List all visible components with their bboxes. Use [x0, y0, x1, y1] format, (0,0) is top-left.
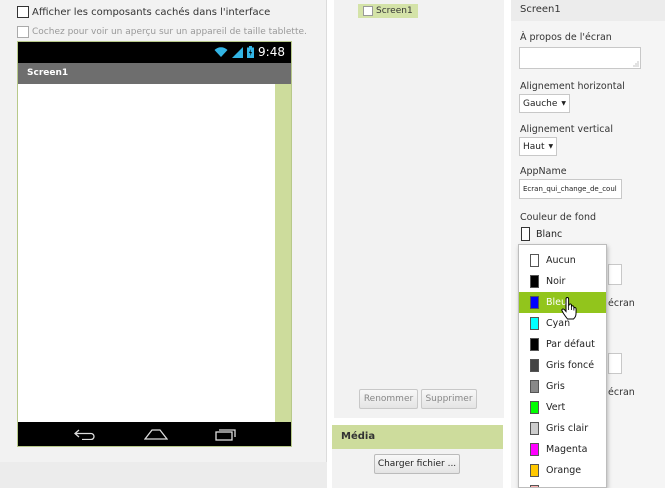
color-swatch	[530, 380, 539, 393]
color-option-aucun[interactable]: Aucun	[519, 250, 606, 271]
color-option-gris-fonce[interactable]: Gris foncé	[519, 355, 606, 376]
color-option-noir[interactable]: Noir	[519, 271, 606, 292]
upload-file-button[interactable]: Charger fichier ...	[374, 454, 460, 474]
properties-title: Screen1	[520, 4, 561, 15]
color-option-label: Aucun	[546, 255, 576, 266]
obscured-label-1: écran	[608, 298, 635, 309]
color-option-gris-clair[interactable]: Gris clair	[519, 418, 606, 439]
color-swatch	[530, 317, 539, 330]
obscured-input-1[interactable]	[608, 264, 622, 285]
color-swatch	[530, 254, 539, 267]
align-h-select[interactable]: Gauche ▼	[519, 94, 571, 113]
media-panel: Charger fichier ...	[332, 449, 503, 488]
dropdown-arrow-icon: ▼	[548, 143, 554, 150]
color-swatch	[530, 338, 539, 351]
color-option-orange[interactable]: Orange	[519, 460, 606, 481]
status-time: 9:48	[258, 45, 285, 59]
align-h-value: Gauche	[523, 98, 558, 109]
screen-title: Screen1	[27, 68, 69, 78]
color-swatch	[530, 401, 539, 414]
components-panel: Screen1 Renommer Supprimer	[334, 0, 504, 418]
viewer-footer	[0, 462, 327, 488]
color-option-label: Gris foncé	[546, 360, 595, 371]
color-swatch	[530, 359, 539, 372]
delete-button[interactable]: Supprimer	[421, 389, 477, 409]
screen-title-bar: Screen1	[18, 63, 291, 84]
phone-status-bar: 9:48	[18, 42, 291, 63]
color-option-magenta[interactable]: Magenta	[519, 439, 606, 460]
align-v-select[interactable]: Haut ▼	[519, 137, 558, 156]
color-option-partial[interactable]	[519, 481, 606, 487]
show-hidden-label: Afficher les composants cachés dans l'in…	[32, 6, 271, 18]
phone-preview: 9:48 Screen1	[17, 41, 292, 447]
align-v-value: Haut	[523, 141, 545, 152]
color-option-gris[interactable]: Gris	[519, 376, 606, 397]
back-icon	[74, 429, 95, 440]
dropdown-arrow-icon: ▼	[561, 100, 567, 107]
tablet-preview-row[interactable]: Cochez pour voir un aperçu sur un appare…	[17, 26, 307, 38]
rename-button[interactable]: Renommer	[359, 389, 418, 409]
obscured-input-2[interactable]	[608, 353, 622, 374]
bg-color-picker[interactable]: Blanc	[521, 227, 562, 241]
media-header: Média	[332, 425, 503, 449]
about-label: À propos de l'écran	[520, 32, 612, 43]
show-hidden-checkbox[interactable]	[17, 6, 29, 18]
viewer-panel: Afficher les composants cachés dans l'in…	[0, 0, 327, 462]
color-swatch	[530, 443, 539, 456]
tree-item-screen1[interactable]: Screen1	[358, 4, 418, 18]
resize-grip-icon	[633, 61, 639, 67]
align-h-label: Alignement horizontal	[520, 81, 625, 92]
bg-color-swatch	[521, 227, 530, 241]
show-hidden-row[interactable]: Afficher les composants cachés dans l'in…	[17, 6, 270, 18]
color-option-label: Orange	[546, 465, 582, 476]
screen-icon	[363, 6, 373, 16]
screen-scroll-strip	[275, 84, 291, 422]
tablet-preview-checkbox[interactable]	[17, 26, 29, 38]
color-option-label: Gris clair	[546, 423, 589, 434]
screen-canvas[interactable]	[18, 84, 275, 422]
color-option-label: Noir	[546, 276, 566, 287]
bg-color-label: Couleur de fond	[520, 212, 596, 223]
recents-icon	[215, 429, 236, 441]
tree-item-label: Screen1	[376, 6, 413, 16]
color-option-label: Par défaut	[546, 339, 595, 350]
color-option-label: Vert	[546, 402, 566, 413]
color-swatch	[530, 464, 539, 477]
color-option-label: Gris	[546, 381, 565, 392]
color-dropdown-menu: Aucun Noir Bleu Cyan Par défaut Gris fon…	[518, 244, 607, 488]
appname-input[interactable]: Ecran_qui_change_de_coul	[519, 179, 622, 199]
appname-label: AppName	[520, 166, 567, 177]
color-option-label: Magenta	[546, 444, 588, 455]
color-option-vert[interactable]: Vert	[519, 397, 606, 418]
color-swatch	[530, 296, 539, 309]
tablet-preview-label: Cochez pour voir un aperçu sur un appare…	[32, 27, 307, 37]
bg-color-value: Blanc	[536, 228, 563, 240]
phone-nav-bar	[18, 422, 291, 446]
color-swatch	[530, 422, 539, 435]
about-textarea[interactable]	[519, 47, 641, 69]
battery-icon	[247, 46, 255, 58]
obscured-label-2: écran	[608, 387, 635, 398]
properties-header: Screen1	[511, 0, 665, 21]
signal-icon	[232, 46, 244, 58]
media-title: Média	[341, 431, 376, 442]
hand-cursor-icon	[561, 297, 577, 320]
color-option-par-defaut[interactable]: Par défaut	[519, 334, 606, 355]
home-icon	[144, 429, 168, 440]
align-v-label: Alignement vertical	[520, 124, 613, 135]
color-swatch	[530, 275, 539, 288]
wifi-icon	[214, 46, 228, 57]
